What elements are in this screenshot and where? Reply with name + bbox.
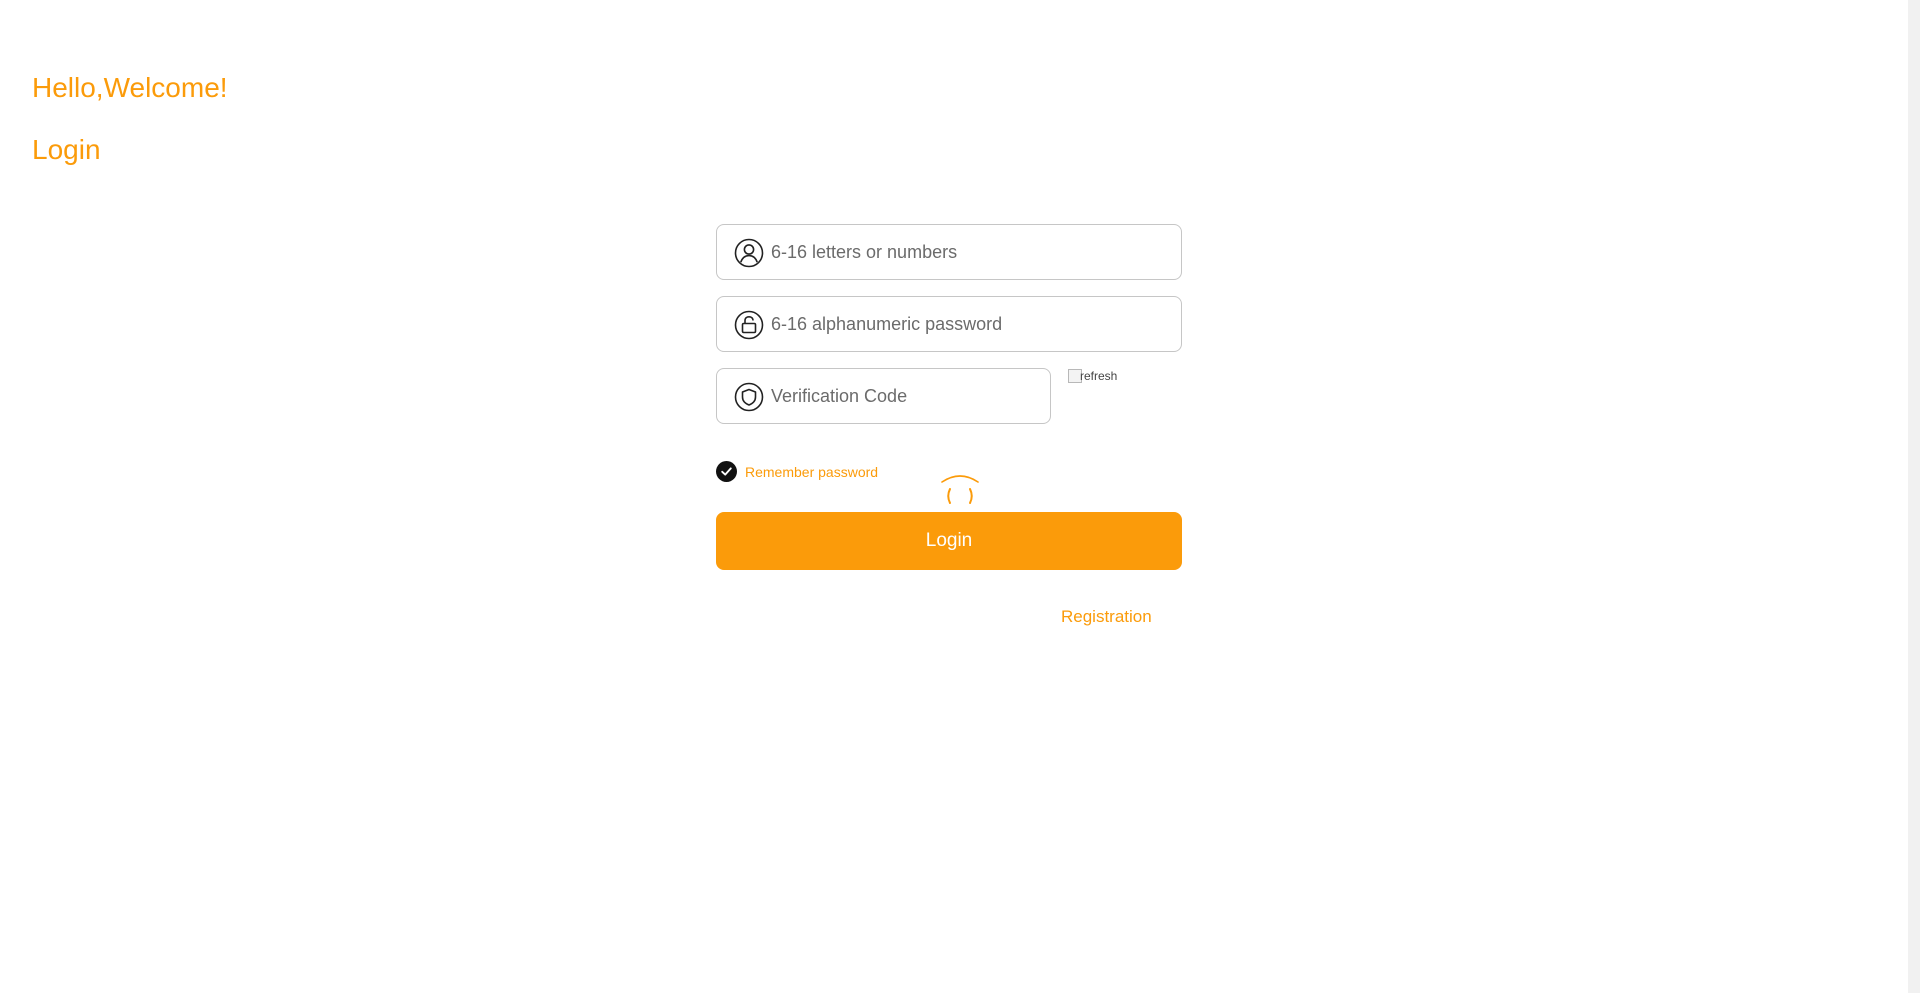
captcha-alt-text: refresh	[1080, 369, 1118, 383]
checkmark-icon	[716, 461, 737, 482]
loading-spinner-icon	[941, 475, 979, 504]
verification-code-field[interactable]	[716, 368, 1051, 424]
login-page: Hello,Welcome! Login refresh	[0, 0, 1908, 993]
password-input[interactable]	[771, 297, 1171, 351]
welcome-greeting: Hello,Welcome!	[32, 72, 228, 103]
login-button[interactable]: Login	[716, 512, 1182, 570]
captcha-image[interactable]: refresh	[1068, 367, 1124, 385]
shield-icon	[734, 382, 764, 412]
scrollbar-track[interactable]	[1908, 0, 1920, 993]
registration-link[interactable]: Registration	[1061, 607, 1152, 627]
page-title: Login	[32, 134, 101, 165]
username-field[interactable]	[716, 224, 1182, 280]
verification-code-input[interactable]	[771, 369, 1040, 423]
lock-icon	[734, 310, 764, 340]
user-icon	[734, 238, 764, 268]
password-field[interactable]	[716, 296, 1182, 352]
username-input[interactable]	[771, 225, 1171, 279]
remember-password-checkbox[interactable]: Remember password	[716, 461, 878, 482]
remember-password-label: Remember password	[745, 463, 879, 480]
